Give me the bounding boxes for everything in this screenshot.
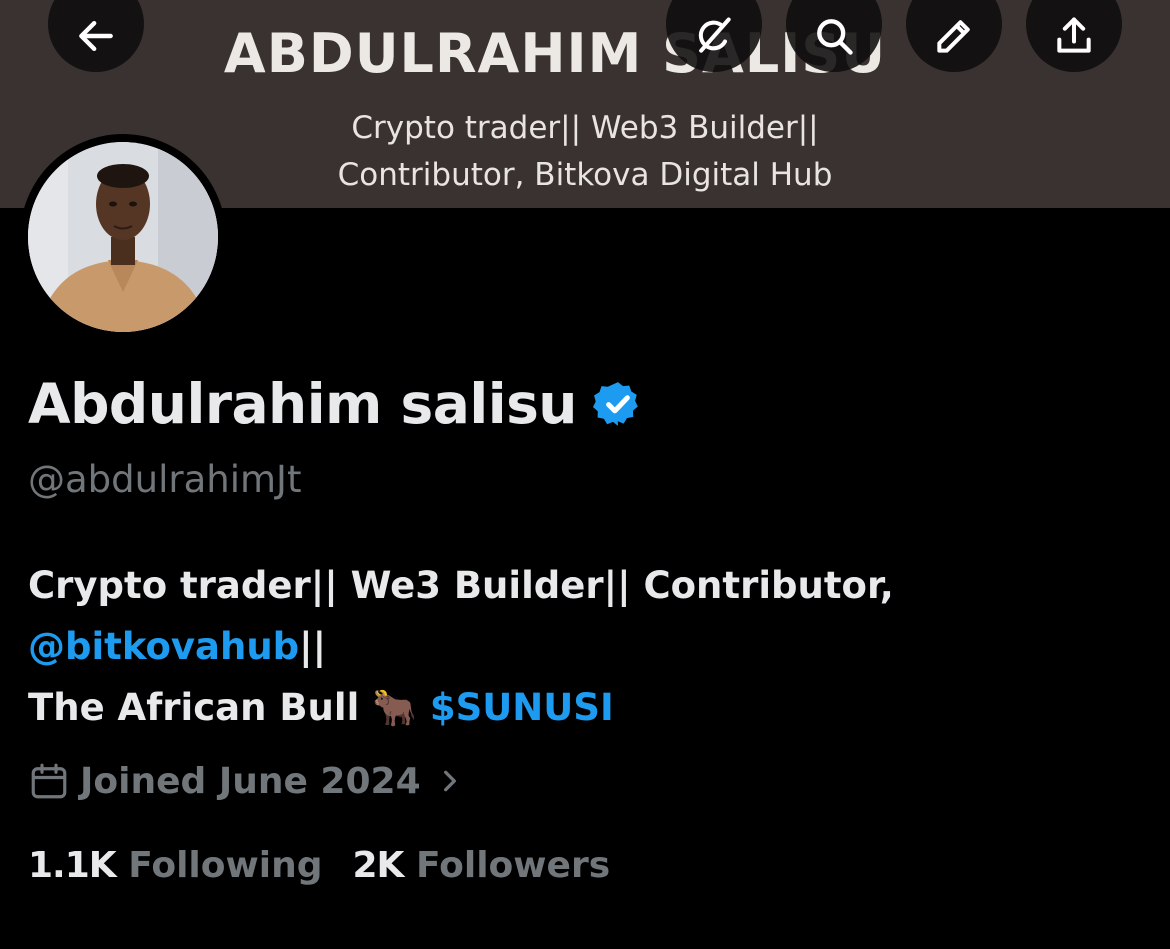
chevron-right-icon xyxy=(443,770,456,792)
bitkovahub-mention-link[interactable]: @bitkovahub xyxy=(28,625,299,668)
following-link[interactable]: 1.1K Following xyxy=(28,845,323,886)
followers-link[interactable]: 2K Followers xyxy=(353,845,611,886)
profile-bio: Crypto trader|| We3 Builder|| Contributo… xyxy=(28,555,894,739)
bio-line1: Crypto trader|| We3 Builder|| Contributo… xyxy=(28,564,894,607)
pencil-icon xyxy=(937,20,970,53)
avatar[interactable] xyxy=(20,134,226,340)
sunusi-cashtag-link[interactable]: $SUNUSI xyxy=(430,686,614,729)
profile-photo xyxy=(28,142,218,332)
name-row: Abdulrahim salisu xyxy=(28,372,643,436)
username-handle: @abdulrahimJt xyxy=(28,458,302,501)
verified-badge-icon[interactable] xyxy=(592,379,643,429)
ox-emoji: 🐂 xyxy=(372,688,417,729)
bio-line3: The African Bull 🐂 $SUNUSI xyxy=(28,677,894,739)
bio-line3-text: The African Bull xyxy=(28,686,373,729)
bio-line2: @bitkovahub|| xyxy=(28,616,894,677)
followers-label: Followers xyxy=(416,845,611,886)
follow-stats: 1.1K Following 2K Followers xyxy=(28,845,610,886)
search-icon xyxy=(817,19,853,55)
joined-date: Joined June 2024 xyxy=(80,760,421,802)
following-count: 1.1K xyxy=(28,845,117,886)
followers-count: 2K xyxy=(352,845,405,886)
bio-mention-suffix: || xyxy=(299,625,327,668)
calendar-icon xyxy=(31,763,67,799)
following-label: Following xyxy=(128,845,323,886)
banner-subtitle-line1: Crypto trader|| Web3 Builder|| xyxy=(351,110,819,146)
display-name: Abdulrahim salisu xyxy=(28,372,577,436)
joined-date-row[interactable]: Joined June 2024 xyxy=(28,760,463,802)
grok-icon xyxy=(698,17,731,53)
share-icon xyxy=(1057,17,1091,53)
arrow-left-icon xyxy=(79,20,113,52)
